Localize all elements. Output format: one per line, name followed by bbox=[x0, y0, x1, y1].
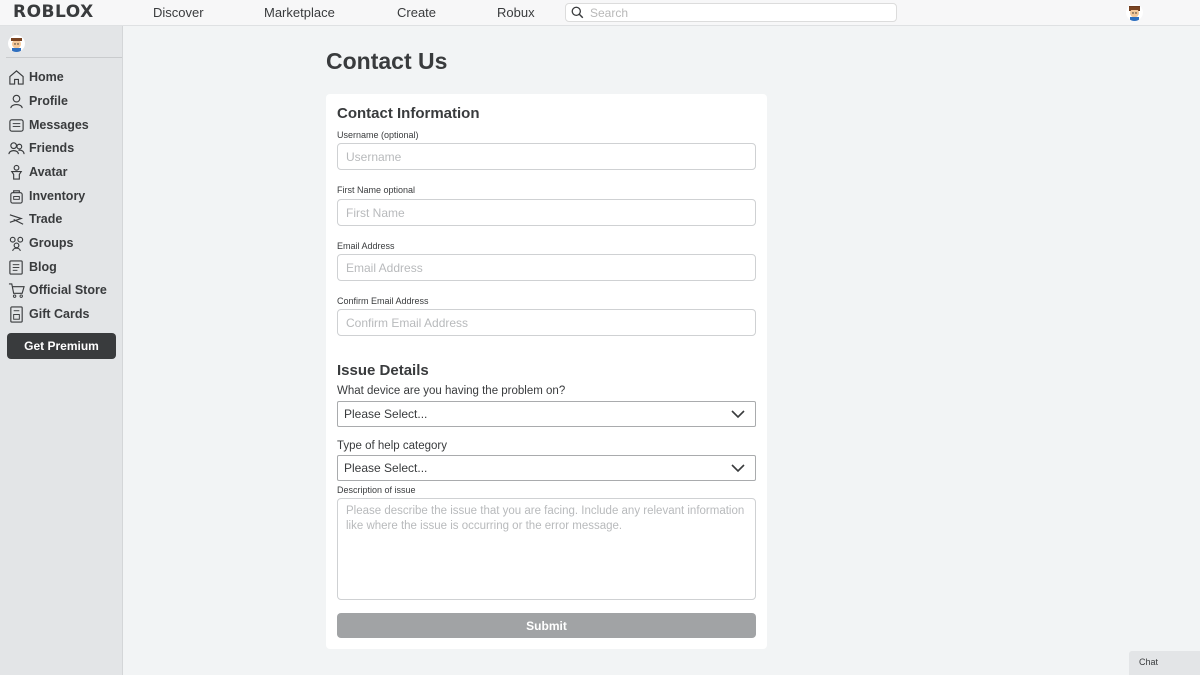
username-label: Username (optional) bbox=[337, 130, 419, 140]
get-premium-button[interactable]: Get Premium bbox=[7, 333, 116, 359]
description-label: Description of issue bbox=[337, 485, 416, 495]
sidebar-item-home[interactable]: Home bbox=[8, 67, 64, 87]
device-select-value: Please Select... bbox=[344, 407, 428, 421]
home-icon bbox=[9, 69, 24, 85]
sidebar-item-avatar[interactable]: Avatar bbox=[8, 162, 67, 182]
chevron-down-icon bbox=[731, 463, 745, 472]
page-title: Contact Us bbox=[326, 48, 448, 74]
device-question-label: What device are you having the problem o… bbox=[337, 385, 566, 397]
cart-icon bbox=[8, 282, 25, 298]
sidebar-item-label: Groups bbox=[29, 236, 74, 250]
friends-icon bbox=[8, 141, 25, 154]
search-box[interactable] bbox=[565, 3, 897, 22]
sidebar-item-trade[interactable]: Trade bbox=[8, 209, 62, 229]
sidebar-item-label: Messages bbox=[29, 118, 89, 132]
sidebar-avatar[interactable] bbox=[8, 35, 25, 52]
confirm-email-field[interactable] bbox=[337, 309, 756, 336]
sidebar-item-messages[interactable]: Messages bbox=[8, 115, 89, 135]
search-icon bbox=[571, 6, 584, 19]
email-label: Email Address bbox=[337, 241, 395, 251]
issue-details-heading: Issue Details bbox=[337, 362, 429, 379]
sidebar-item-label: Gift Cards bbox=[29, 307, 90, 321]
groups-icon bbox=[9, 236, 24, 251]
top-navigation-bar: ROBLOX Discover Marketplace Create Robux bbox=[0, 0, 1200, 26]
sidebar-item-inventory[interactable]: Inventory bbox=[8, 186, 85, 206]
category-question-label: Type of help category bbox=[337, 440, 447, 452]
first-name-field[interactable] bbox=[337, 199, 756, 226]
trade-icon bbox=[9, 213, 24, 225]
confirm-email-label: Confirm Email Address bbox=[337, 296, 429, 306]
category-select-value: Please Select... bbox=[344, 461, 428, 475]
nav-create[interactable]: Create bbox=[397, 5, 436, 20]
sidebar-item-gift-cards[interactable]: Gift Cards bbox=[8, 304, 89, 324]
chat-tab[interactable]: Chat bbox=[1129, 651, 1200, 675]
submit-button[interactable]: Submit bbox=[337, 613, 756, 638]
sidebar-item-label: Avatar bbox=[29, 165, 68, 179]
contact-information-heading: Contact Information bbox=[337, 105, 480, 122]
sidebar-item-profile[interactable]: Profile bbox=[8, 91, 68, 111]
blog-icon bbox=[9, 259, 23, 275]
sidebar: Home Profile Messages Friends Avatar Inv… bbox=[0, 26, 123, 675]
category-select[interactable]: Please Select... bbox=[337, 455, 756, 481]
nav-marketplace[interactable]: Marketplace bbox=[264, 5, 335, 20]
email-field[interactable] bbox=[337, 254, 756, 281]
first-name-label: First Name optional bbox=[337, 185, 416, 195]
profile-icon bbox=[10, 94, 23, 108]
sidebar-item-label: Profile bbox=[29, 94, 68, 108]
avatar-icon bbox=[10, 164, 23, 180]
sidebar-item-groups[interactable]: Groups bbox=[8, 233, 73, 253]
description-textarea[interactable] bbox=[337, 498, 756, 600]
contact-form-card: Contact Information Username (optional) … bbox=[326, 94, 767, 649]
sidebar-item-label: Blog bbox=[29, 260, 57, 274]
nav-robux[interactable]: Robux bbox=[497, 5, 535, 20]
sidebar-item-official-store[interactable]: Official Store bbox=[8, 280, 107, 300]
roblox-logo[interactable]: ROBLOX bbox=[13, 2, 94, 22]
sidebar-item-label: Inventory bbox=[29, 189, 86, 203]
device-select[interactable]: Please Select... bbox=[337, 401, 756, 427]
sidebar-divider bbox=[6, 57, 122, 58]
sidebar-item-label: Official Store bbox=[29, 283, 107, 297]
sidebar-item-label: Friends bbox=[29, 141, 75, 155]
sidebar-item-blog[interactable]: Blog bbox=[8, 257, 57, 277]
inventory-icon bbox=[10, 189, 23, 204]
username-field[interactable] bbox=[337, 143, 756, 170]
gift-card-icon bbox=[10, 305, 23, 323]
sidebar-item-label: Trade bbox=[29, 212, 63, 226]
messages-icon bbox=[9, 118, 24, 132]
search-input[interactable] bbox=[590, 5, 880, 20]
sidebar-item-label: Home bbox=[29, 70, 64, 84]
user-avatar[interactable] bbox=[1126, 4, 1143, 21]
nav-discover[interactable]: Discover bbox=[153, 5, 204, 20]
sidebar-item-friends[interactable]: Friends bbox=[8, 138, 74, 158]
chevron-down-icon bbox=[731, 409, 745, 418]
